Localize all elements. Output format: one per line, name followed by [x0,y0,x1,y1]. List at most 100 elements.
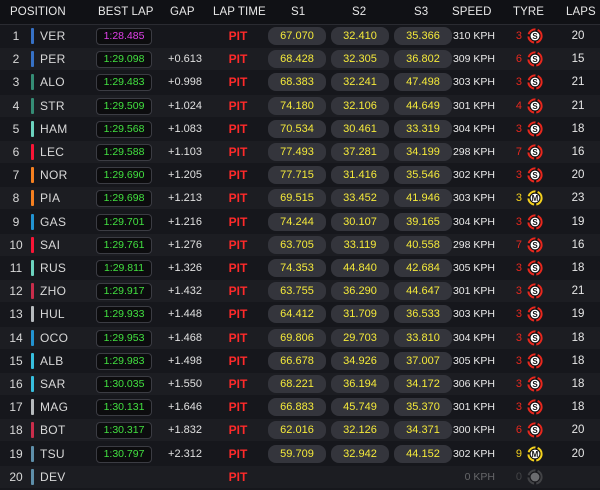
soft-tyre-icon: S [527,51,543,67]
driver-code: PIA [40,191,61,206]
sector-3-time: 33.319 [394,119,452,138]
driver-row[interactable]: 10 SAI 1:29.761 +1.276 PIT 63.705 33.119 40.558… [0,233,600,256]
driver-code: PER [40,52,66,67]
driver-row[interactable]: 8 PIA 1:29.698 +1.213 PIT 69.515 33.452 41.946 3… [0,187,600,210]
best-lap-time: 1:29.917 [96,283,152,301]
header-best-lap[interactable]: BEST LAP [98,0,154,24]
soft-tyre-icon: S [527,74,543,90]
tyre-age: 3 [515,308,522,321]
driver-code: HAM [40,121,68,136]
team-color-stripe [31,422,34,439]
gap-to-leader: +1.103 [168,146,202,158]
driver-code: TSU [40,446,65,461]
laps-completed [566,466,590,488]
header-laps[interactable]: LAPS [566,0,596,24]
driver-row[interactable]: 9 GAS 1:29.701 +1.216 PIT 74.244 30.107 39.165 3… [0,210,600,233]
driver-row[interactable]: 5 HAM 1:29.568 +1.083 PIT 70.534 30.461 33.319 3… [0,117,600,140]
sector-2-time: 30.107 [331,212,389,231]
soft-tyre-icon: S [527,213,543,230]
driver-row[interactable]: 14 OCO 1:29.953 +1.468 PIT 69.806 29.703 33.810… [0,326,600,349]
driver-row[interactable]: 4 STR 1:29.509 +1.024 PIT 74.180 32.106 44.649 3… [0,94,600,117]
header-s3[interactable]: S3 [414,0,428,24]
lap-time-status: PIT [228,307,248,322]
driver-code: ALO [40,75,65,90]
sector-1-time: 63.705 [268,235,326,254]
sector-3-time: 35.366 [394,27,452,45]
header-position[interactable]: POSITION [10,0,66,24]
sector-1-time: 68.428 [268,50,326,69]
position-number: 5 [12,121,20,136]
gap-to-leader: +1.832 [168,424,202,437]
driver-row[interactable]: 6 LEC 1:29.588 +1.103 PIT 77.493 37.281 34.199 2… [0,141,600,163]
speed-trap: 300 KPH [452,424,495,437]
driver-row[interactable]: 1 VER 1:28.485 PIT 67.070 32.410 35.366 310 KPH… [0,25,600,47]
tyre-compound-letter: S [532,55,538,64]
tyre-compound-letter: S [532,148,538,157]
driver-row[interactable]: 13 HUL 1:29.933 +1.448 PIT 64.412 31.709 36.533… [0,303,600,326]
no-tyre-icon [527,469,543,485]
best-lap-time: 1:29.509 [96,97,152,115]
driver-code: HUL [40,307,65,322]
tyre-age: 3 [515,262,522,274]
driver-code: MAG [40,400,69,415]
laps-completed: 18 [571,262,585,274]
gap-to-leader: +1.448 [168,308,202,321]
tyre-compound-letter: S [532,310,538,319]
sector-2-time: 33.119 [331,235,389,254]
driver-row[interactable]: 3 ALO 1:29.483 +0.998 PIT 68.383 32.241 47.498 3… [0,71,600,94]
header-speed[interactable]: SPEED [452,0,492,24]
header-s2[interactable]: S2 [352,0,366,24]
driver-row[interactable]: 17 MAG 1:30.131 +1.646 PIT 66.883 45.749 35.370… [0,396,600,419]
header-tyre[interactable]: TYRE [513,0,544,24]
driver-row[interactable]: 7 NOR 1:29.690 +1.205 PIT 77.715 31.416 35.546 3… [0,164,600,187]
laps-completed: 23 [571,192,585,205]
team-color-stripe [31,445,34,462]
best-lap-time: 1:29.811 [96,260,152,277]
speed-trap: 303 KPH [452,192,495,205]
best-lap-time: 1:29.483 [96,74,152,92]
driver-row[interactable]: 18 BOT 1:30.317 +1.832 PIT 62.016 32.126 34.371… [0,419,600,442]
speed-trap: 303 KPH [452,308,495,321]
gap-to-leader [160,25,202,47]
speed-trap: 302 KPH [452,447,495,460]
sector-1-time: 69.806 [268,328,326,347]
speed-trap: 304 KPH [452,215,495,228]
sector-3-time: 47.498 [394,73,452,92]
driver-row[interactable]: 12 ZHO 1:29.917 +1.432 PIT 63.755 36.290 44.647… [0,280,600,303]
position-number: 7 [12,168,20,183]
soft-tyre-icon: S [527,144,543,160]
gap-to-leader: +1.432 [168,285,202,298]
sector-2-time: 29.703 [331,328,389,347]
driver-row[interactable]: 11 RUS 1:29.811 +1.326 PIT 74.353 44.840 42.684… [0,257,600,279]
sector-1-time: 66.883 [268,398,326,417]
team-color-stripe [31,399,34,416]
tyre-age: 3 [515,122,522,135]
header-s1[interactable]: S1 [291,0,305,24]
sector-2-time: 32.126 [331,421,389,440]
gap-to-leader: +1.083 [168,122,202,135]
header-lap-time[interactable]: LAP TIME [213,0,266,24]
best-lap-time: 1:29.698 [96,190,152,208]
tyre-compound-letter: S [532,32,538,41]
position-number: 11 [9,261,23,275]
driver-row[interactable]: 19 TSU 1:30.797 +2.312 PIT 59.709 32.942 44.152… [0,442,600,465]
speed-trap: 305 KPH [452,354,495,367]
driver-row[interactable]: 16 SAR 1:30.035 +1.550 PIT 68.221 36.194 34.172… [0,373,600,395]
driver-code: SAI [40,237,61,252]
tyre-compound-letter: S [532,125,538,134]
sector-3-time: 33.810 [394,328,452,347]
sector-3-time: 34.172 [394,375,452,393]
sector-2-time: 31.709 [331,305,389,324]
position-number: 13 [9,307,23,322]
sector-3-time: 35.546 [394,166,452,185]
laps-completed: 21 [571,99,585,112]
header-gap[interactable]: GAP [170,0,195,24]
driver-row[interactable]: 2 PER 1:29.098 +0.613 PIT 68.428 32.305 36.802 3… [0,48,600,71]
driver-row[interactable]: 20 DEV PIT 0 KPH 0 [0,465,600,488]
lap-time-status: PIT [228,98,248,113]
tyre-age: 3 [515,285,522,298]
soft-tyre-icon: S [527,237,543,253]
position-number: 8 [12,191,20,206]
driver-row[interactable]: 15 ALB 1:29.983 +1.498 PIT 66.678 34.926 37.007… [0,349,600,372]
sector-1-time: 70.534 [268,119,326,138]
